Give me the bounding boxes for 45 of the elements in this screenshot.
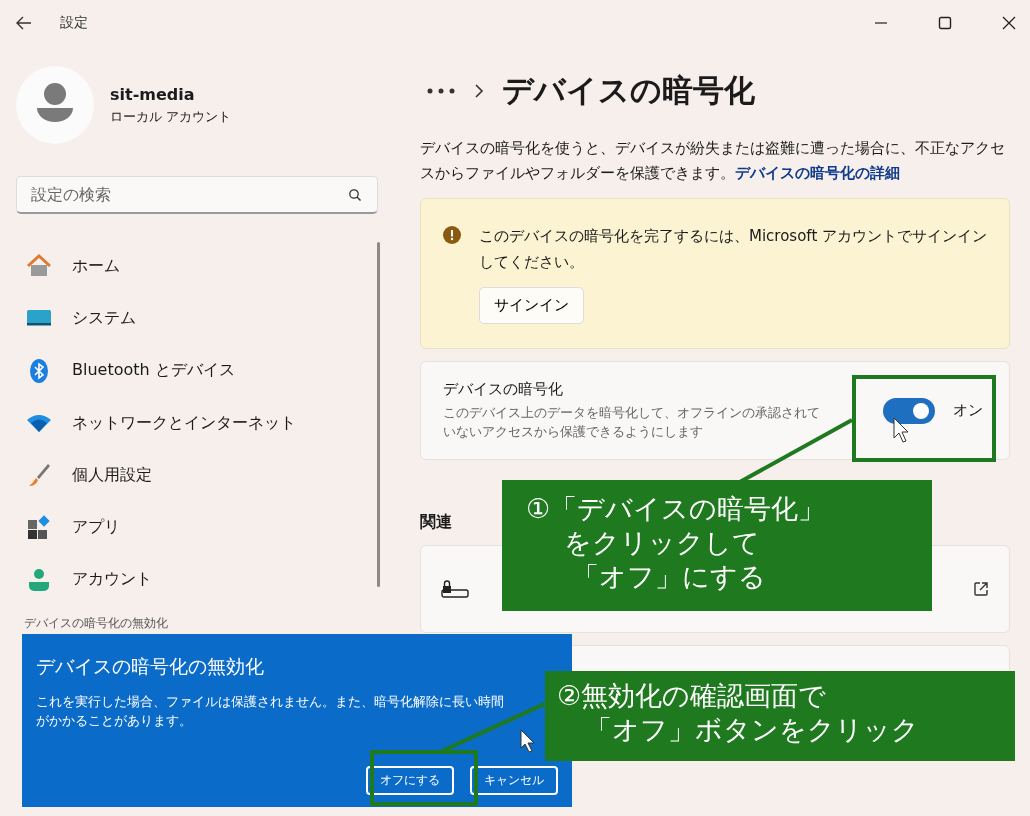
window-title: 設定: [60, 14, 88, 32]
nav-item[interactable]: システム: [16, 292, 377, 345]
toggle-switch[interactable]: [883, 397, 935, 424]
turn-off-button[interactable]: オフにする: [366, 766, 454, 795]
account-name: sit-media: [110, 84, 196, 104]
annotation-text: ②無効化の確認画面で: [557, 679, 827, 713]
nav-item[interactable]: ホーム: [16, 240, 377, 293]
dialog-message: これを実行した場合、ファイルは保護されません。また、暗号化解除に長い時間がかかることがあります。: [36, 693, 505, 730]
section-heading: 関連: [420, 512, 452, 533]
annotation-text: 「オフ」ボタンをクリック: [585, 713, 919, 747]
search-field[interactable]: 設定の検索: [16, 176, 378, 214]
cursor-icon: [893, 417, 909, 443]
lock-drive-icon: [441, 579, 469, 599]
more-icon[interactable]: [426, 87, 456, 95]
external-link-icon: [973, 581, 989, 597]
learn-more-link[interactable]: デバイスの暗号化の詳細: [735, 165, 900, 181]
nav-item[interactable]: アプリ: [16, 501, 377, 554]
toggle-state-label: オン: [953, 401, 983, 420]
setting-description: このデバイス上のデータを暗号化して、オフラインの承認されていないアクセスから保護できるようにします: [443, 404, 821, 441]
exclamation-icon: [443, 226, 461, 244]
apps-icon: [26, 514, 52, 541]
nav-item[interactable]: 個人用設定: [16, 449, 377, 502]
warning-message: このデバイスの暗号化を完了するには、Microsoft アカウントでサインインしてください。: [479, 226, 989, 273]
chevron-icon: [474, 83, 484, 99]
description-text: デバイスの暗号化を使うと、デバイスが紛失または盗難に遭った場合に、不正なアクセスからファイルやフォルダーを保護できます。デバイスの暗号化の詳細: [420, 139, 1006, 183]
scrollbar[interactable]: [377, 242, 380, 587]
dialog-title: デバイスの暗号化の無効化: [36, 654, 265, 679]
maximize-icon[interactable]: [938, 16, 952, 30]
page-title: デバイスの暗号化: [502, 71, 755, 110]
annotation-text: 「オフ」にする: [572, 560, 766, 594]
account-type: ローカル アカウント: [110, 107, 232, 126]
nav-item[interactable]: アカウント: [16, 553, 377, 607]
nav-item[interactable]: Bluetooth とデバイス: [16, 344, 377, 397]
cancel-button[interactable]: キャンセル: [470, 766, 558, 795]
cursor-icon: [520, 729, 535, 753]
annotation-text: ①「デバイスの暗号化」: [526, 492, 826, 526]
dialog-caption: デバイスの暗号化の無効化: [24, 615, 168, 631]
setting-title: デバイスの暗号化: [443, 380, 564, 399]
close-icon[interactable]: [1002, 16, 1016, 30]
nav-item[interactable]: ネットワークとインターネット: [16, 396, 377, 450]
sign-in-button[interactable]: サインイン: [479, 287, 584, 324]
person-icon: [26, 566, 52, 593]
annotation-text: をクリックして: [564, 526, 760, 560]
search-icon: [348, 188, 362, 202]
avatar-icon: [16, 66, 94, 144]
